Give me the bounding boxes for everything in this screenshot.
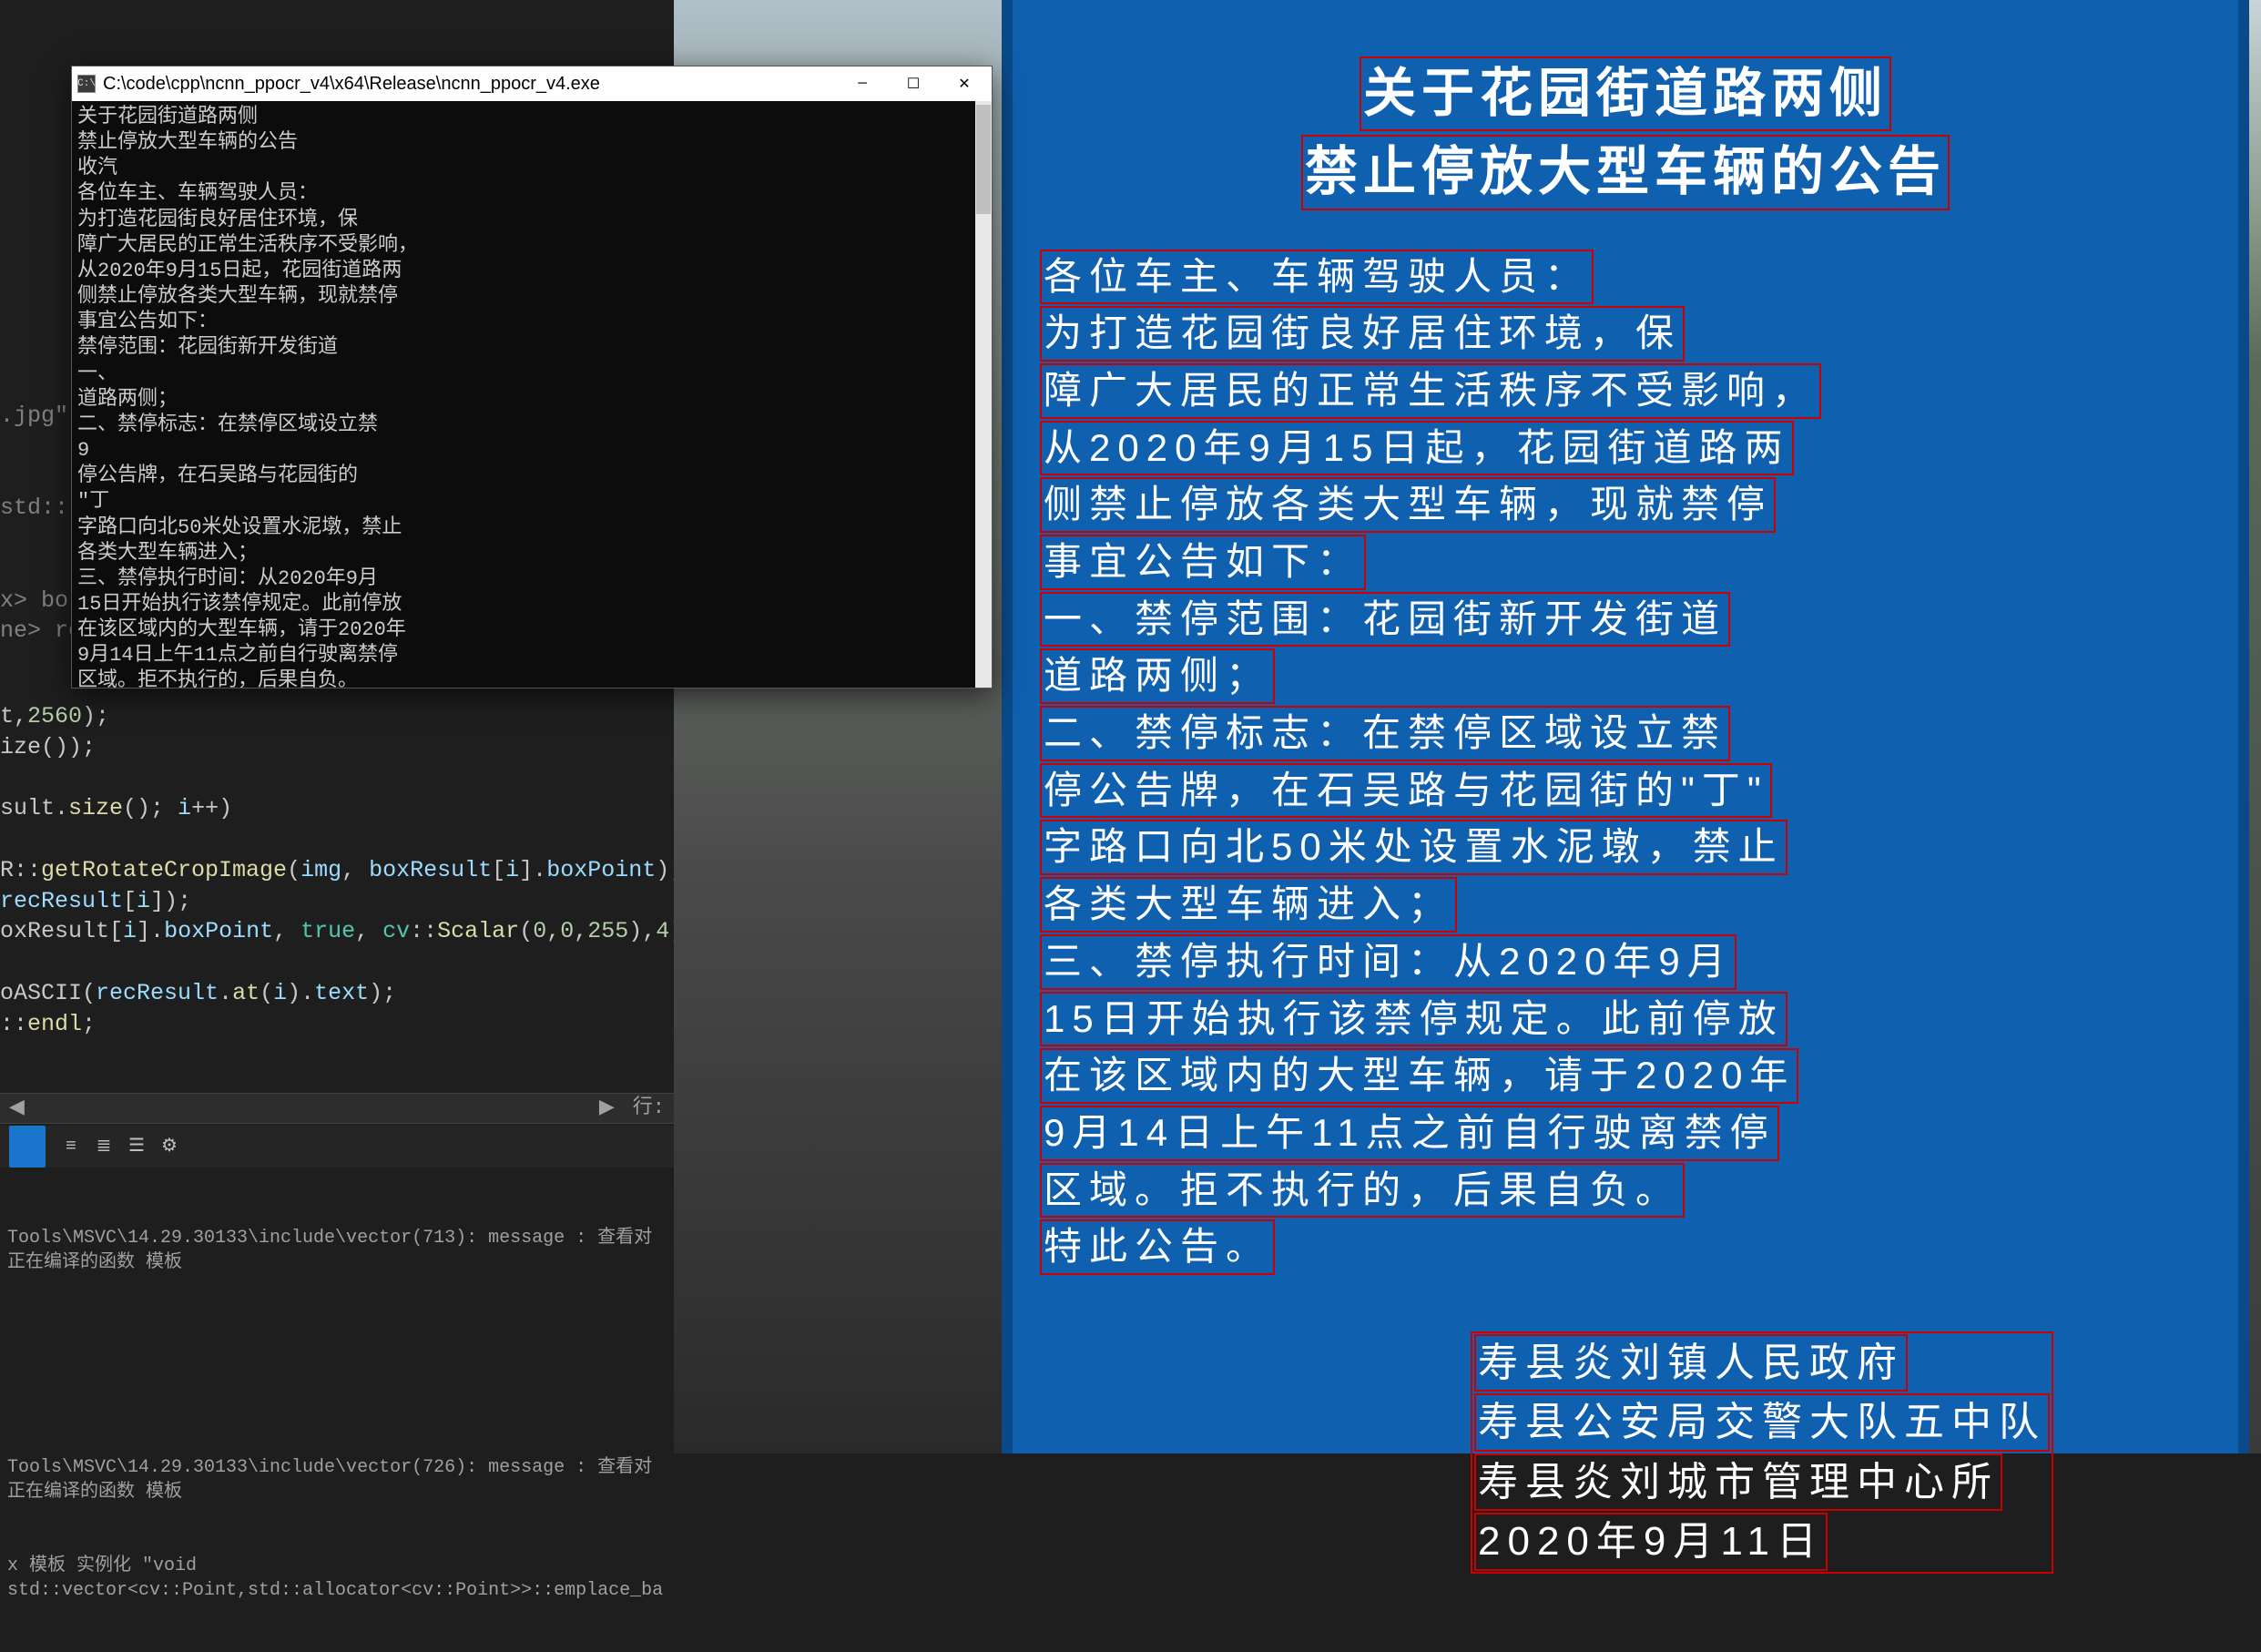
scrollbar-thumb[interactable]	[976, 105, 991, 214]
console-title: C:\code\cpp\ncnn_ppocr_v4\x64\Release\nc…	[103, 74, 833, 95]
status-line-label: 行:	[633, 1095, 665, 1122]
sign-title-line1: 关于花园街道路两侧	[1360, 56, 1891, 131]
sign-board: 关于花园街道路两侧 禁止停放大型车辆的公告 各位车主、车辆驾驶人员： 为打造花园…	[1002, 0, 2249, 1453]
tab-icon-2[interactable]: ≣	[93, 1136, 115, 1157]
output-pane[interactable]: Tools\MSVC\14.29.30133\include\vector(71…	[0, 1169, 674, 1453]
tab-icon-1[interactable]: ≡	[60, 1136, 82, 1157]
editor-status-bar: ◀ ▶ 行:	[0, 1093, 674, 1124]
sign-body-line: 为打造花园街良好居住环境，保	[1040, 306, 1685, 362]
console-scrollbar[interactable]	[975, 101, 992, 688]
minimize-button[interactable]: ─	[840, 66, 884, 101]
sign-body-line: 道路两侧；	[1040, 648, 1275, 704]
console-window: C:\ C:\code\cpp\ncnn_ppocr_v4\x64\Releas…	[71, 66, 993, 688]
code-text[interactable]: t,2560); ize()); sult.size(); i++) R::ge…	[0, 701, 683, 1039]
sign-body-line: 各类大型车辆进入；	[1040, 877, 1457, 933]
sign-body-line: 侧禁止停放各类大型车辆，现就禁停	[1040, 477, 1776, 533]
sign-body-line: 停公告牌，在石吴路与花园街的"丁"	[1040, 763, 1772, 819]
sign-body-line: 特此公告。	[1040, 1219, 1275, 1275]
console-output[interactable]: 关于花园街道路两侧 禁止停放大型车辆的公告 收汽 各位车主、车辆驾驶人员： 为打…	[72, 101, 975, 688]
status-arrow-right-icon[interactable]: ▶	[599, 1095, 615, 1122]
sign-body-line: 一、禁停范围：花园街新开发街道	[1040, 592, 1730, 648]
sign-body-line: 障广大居民的正常生活秩序不受影响，	[1040, 363, 1821, 419]
sign-body: 各位车主、车辆驾驶人员： 为打造花园街良好居住环境，保障广大居民的正常生活秩序不…	[1040, 249, 2211, 1276]
output-line: Tools\MSVC\14.29.30133\include\vector(71…	[7, 1226, 667, 1275]
console-titlebar[interactable]: C:\ C:\code\cpp\ncnn_ppocr_v4\x64\Releas…	[72, 66, 992, 101]
sign-signature-line: 2020年9月11日	[1474, 1513, 1828, 1570]
maximize-button[interactable]: ☐	[891, 66, 935, 101]
sign-signature-line: 寿县炎刘城市管理中心所	[1474, 1453, 2002, 1511]
sign-body-line: 从2020年9月15日起，花园街道路两	[1040, 421, 1794, 476]
sign-body-line: 9月14日上午11点之前自行驶离禁停	[1040, 1106, 1779, 1161]
sign-signature-line: 寿县公安局交警大队五中队	[1474, 1393, 2050, 1451]
sign-body-line: 字路口向北50米处设置水泥墩，禁止	[1040, 820, 1787, 875]
close-button[interactable]: ✕	[942, 66, 986, 101]
status-arrow-left-icon[interactable]: ◀	[9, 1095, 25, 1122]
sign-body-line: 在该区域内的大型车辆，请于2020年	[1040, 1048, 1798, 1104]
sign-body-line: 二、禁停标志：在禁停区域设立禁	[1040, 706, 1730, 761]
sign-signature-line: 寿县炎刘镇人民政府	[1474, 1334, 1908, 1392]
console-app-icon: C:\	[77, 75, 96, 93]
sign-body-line: 区域。拒不执行的，后果自负。	[1040, 1163, 1685, 1219]
sign-title: 关于花园街道路两侧 禁止停放大型车辆的公告	[1040, 55, 2211, 212]
sign-body-line: 三、禁停执行时间：从2020年9月	[1040, 934, 1736, 990]
output-line: x 模板 实例化 "void std::vector<cv::Point,std…	[7, 1554, 667, 1603]
tab-icon-3[interactable]: ☰	[126, 1136, 148, 1157]
sign-body-line: 各位车主、车辆驾驶人员：	[1040, 250, 1594, 305]
output-tab-selected[interactable]	[9, 1126, 46, 1168]
sign-title-line2: 禁止停放大型车辆的公告	[1301, 135, 1950, 209]
tab-icon-4[interactable]: ⚙	[158, 1136, 180, 1157]
output-line: Tools\MSVC\14.29.30133\include\vector(72…	[7, 1455, 667, 1504]
sign-body-line: 15日开始执行该禁停规定。此前停放	[1040, 992, 1787, 1047]
output-tab-bar: ≡ ≣ ☰ ⚙	[0, 1126, 674, 1168]
left-gutter-text: .jpg" std:: x> bo ne> re	[0, 401, 82, 647]
sign-body-line: 事宜公告如下：	[1040, 535, 1366, 590]
sign-signatures: 寿县炎刘镇人民政府寿县公安局交警大队五中队寿县炎刘城市管理中心所2020年9月1…	[1040, 1331, 2211, 1575]
